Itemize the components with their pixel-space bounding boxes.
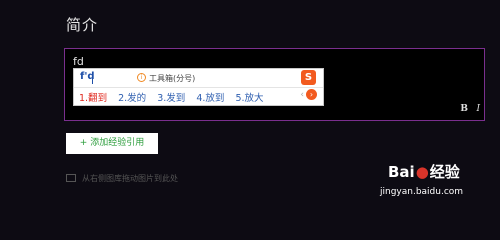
watermark-brand-suffix: 经验 [429,163,460,181]
ime-candidate[interactable]: 4.放到 [196,90,224,104]
bold-button[interactable]: B [460,104,468,114]
chevron-left-icon[interactable]: ‹ [300,90,304,100]
add-reference-button[interactable]: + 添加经验引用 [66,133,158,154]
paw-icon: ● [415,163,429,181]
watermark-site: jingyan.baidu.com [380,187,464,197]
ime-candidate[interactable]: 1.翻到 [79,90,107,104]
italic-button[interactable]: I [476,104,480,114]
drag-image-hint: 从右侧图库拖动图片到此处 [82,174,178,183]
image-icon [66,174,76,182]
sogou-logo-icon[interactable]: S [301,70,316,85]
section-title: 简介 [66,16,99,34]
ime-header: f'd i 工具箱(分号) S [74,69,323,88]
editor-text: fd [73,55,84,68]
chevron-right-icon[interactable]: › [306,89,317,100]
ime-candidate[interactable]: 2.发的 [118,90,146,104]
ime-candidate[interactable]: 3.发到 [157,90,185,104]
ime-caret [92,73,93,84]
baidu-jingyan-logo: Bai●经验 [388,161,460,182]
info-icon[interactable]: i [137,73,146,82]
ime-candidate[interactable]: 5.放大 [235,90,263,104]
ime-candidate-window: f'd i 工具箱(分号) S 1.翻到 2.发的 3.发到 4.放到 5.放大… [73,68,324,106]
watermark-brand: Bai [388,163,415,181]
ime-candidate-list: 1.翻到 2.发的 3.发到 4.放到 5.放大 [79,90,272,104]
ime-toolbox-label[interactable]: 工具箱(分号) [149,73,195,84]
